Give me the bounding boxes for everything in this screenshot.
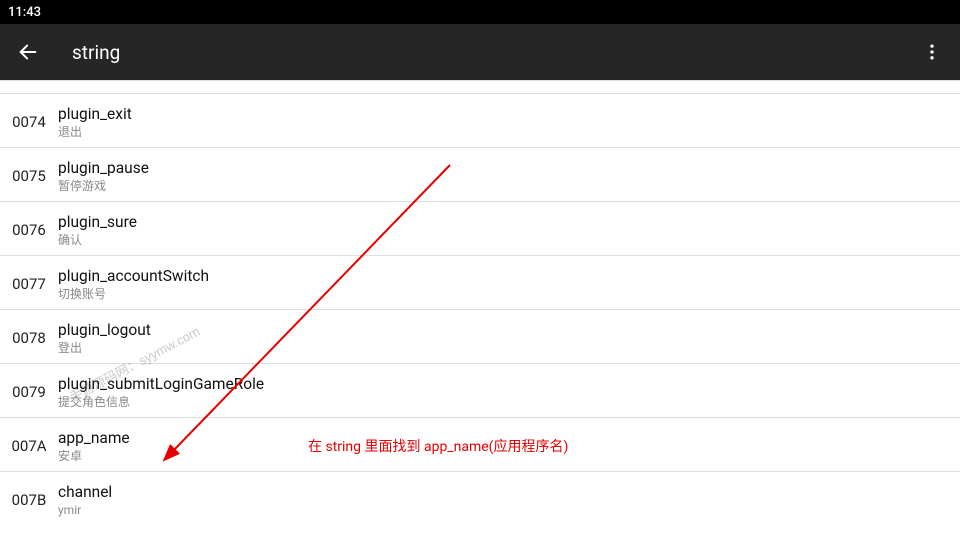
annotation-text: 在 string 里面找到 app_name(应用程序名) <box>308 436 568 456</box>
list-item[interactable]: 0076 plugin_sure 确认 <box>0 202 960 256</box>
row-index: 0075 <box>0 167 58 185</box>
row-index: 0078 <box>0 329 58 347</box>
row-value: 切换账号 <box>58 286 952 302</box>
row-content: plugin_logout 登出 <box>58 320 960 356</box>
list-item[interactable]: 007B channel ymir <box>0 472 960 526</box>
row-content: plugin_submitLoginGameRole 提交角色信息 <box>58 374 960 410</box>
list-item[interactable]: 0075 plugin_pause 暂停游戏 <box>0 148 960 202</box>
status-bar: 11:43 <box>0 0 960 24</box>
row-content: app_name 安卓 在 string 里面找到 app_name(应用程序名… <box>58 428 960 464</box>
status-time: 11:43 <box>8 5 41 20</box>
row-key: plugin_logout <box>58 320 952 340</box>
row-content: plugin_accountSwitch 切换账号 <box>58 266 960 302</box>
row-index: 0076 <box>0 221 58 239</box>
list-item-partial[interactable] <box>0 80 960 94</box>
more-vert-icon <box>922 42 942 62</box>
row-content: plugin_sure 确认 <box>58 212 960 248</box>
row-index: 0074 <box>0 113 58 131</box>
row-key: plugin_accountSwitch <box>58 266 952 286</box>
row-value: 暂停游戏 <box>58 178 952 194</box>
row-value: 确认 <box>58 232 952 248</box>
overflow-menu-button[interactable] <box>920 40 944 64</box>
row-value: ymir <box>58 502 952 518</box>
back-button[interactable] <box>16 40 40 64</box>
arrow-back-icon <box>17 41 39 63</box>
row-value: 登出 <box>58 340 952 356</box>
row-key: plugin_exit <box>58 104 952 124</box>
row-key: app_name <box>58 428 178 448</box>
appbar-title: string <box>72 41 920 64</box>
row-value: 提交角色信息 <box>58 394 952 410</box>
list-item[interactable]: 0077 plugin_accountSwitch 切换账号 <box>0 256 960 310</box>
row-content: plugin_pause 暂停游戏 <box>58 158 960 194</box>
row-index: 007B <box>0 491 58 509</box>
list-item-app-name[interactable]: 007A app_name 安卓 在 string 里面找到 app_name(… <box>0 418 960 472</box>
row-value: 安卓 <box>58 448 178 464</box>
row-key: plugin_submitLoginGameRole <box>58 374 952 394</box>
list-item[interactable]: 0078 plugin_logout 登出 <box>0 310 960 364</box>
app-bar: string <box>0 24 960 80</box>
row-key: channel <box>58 482 952 502</box>
row-index: 0077 <box>0 275 58 293</box>
row-key: plugin_sure <box>58 212 952 232</box>
row-content: channel ymir <box>58 482 960 518</box>
row-key: plugin_pause <box>58 158 952 178</box>
list-item[interactable]: 0079 plugin_submitLoginGameRole 提交角色信息 <box>0 364 960 418</box>
list-item[interactable]: 0074 plugin_exit 退出 <box>0 94 960 148</box>
row-value: 退出 <box>58 124 952 140</box>
string-list: 0074 plugin_exit 退出 0075 plugin_pause 暂停… <box>0 80 960 526</box>
row-content: plugin_exit 退出 <box>58 104 960 140</box>
row-index: 0079 <box>0 383 58 401</box>
row-index: 007A <box>0 437 58 455</box>
